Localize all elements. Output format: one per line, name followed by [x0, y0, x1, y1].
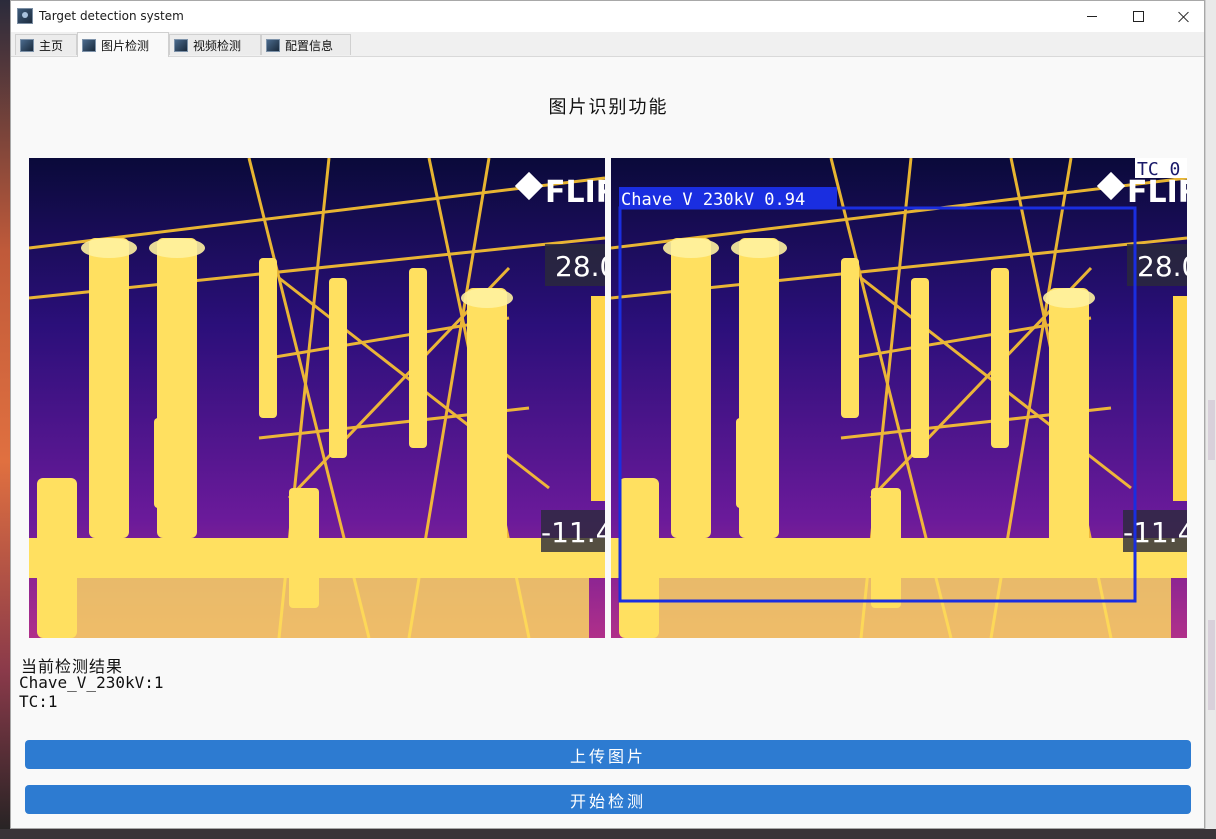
upload-image-button[interactable]: 上传图片	[25, 740, 1191, 769]
result-line: Chave_V_230kV:1	[19, 673, 164, 692]
detection-label-tc: TC 0	[1137, 159, 1180, 180]
minimize-button[interactable]	[1069, 1, 1115, 32]
tab-config-info[interactable]: 配置信息	[261, 34, 351, 55]
tab-image-detection[interactable]: 图片检测	[77, 32, 169, 57]
desktop-taskbar-edge	[0, 829, 1216, 839]
close-icon	[1178, 11, 1190, 23]
temp-high-label: 28.0	[1137, 250, 1187, 283]
tab-label: 图片检测	[101, 38, 150, 53]
tab-image-icon	[82, 38, 96, 52]
tab-label: 视频检测	[193, 38, 242, 53]
desktop-background-left	[0, 0, 10, 839]
tab-image-icon	[20, 38, 34, 52]
flir-watermark: FLIR	[1127, 175, 1187, 210]
temp-low-label: -11.4	[541, 516, 605, 549]
detected-image: FLIR 28.0 -11.4 TC 0 Chave_V_230kV 0.94	[611, 158, 1187, 638]
temp-low-label: -11.4	[1123, 516, 1187, 549]
tab-image-icon	[174, 38, 188, 52]
result-line: TC:1	[19, 692, 58, 711]
app-window: Target detection system 主页 图片检测 视频检测 配置信…	[10, 0, 1205, 829]
app-icon	[17, 8, 33, 24]
title-bar[interactable]: Target detection system	[11, 1, 1204, 32]
tab-label: 主页	[39, 38, 64, 53]
page-title: 图片识别功能	[548, 97, 669, 118]
tab-video-detection[interactable]: 视频检测	[169, 34, 261, 55]
maximize-button[interactable]	[1115, 1, 1161, 32]
original-image: FLIR 28.0 -11.4	[29, 158, 605, 638]
start-detection-button[interactable]: 开始检测	[25, 785, 1191, 814]
tab-home[interactable]: 主页	[15, 34, 77, 55]
temp-high-label: 28.0	[555, 250, 605, 283]
tab-image-icon	[266, 38, 280, 52]
maximize-icon	[1132, 11, 1144, 22]
close-button[interactable]	[1161, 1, 1207, 32]
window-title: Target detection system	[39, 9, 184, 23]
desktop-background-right	[1205, 0, 1216, 839]
flir-watermark: FLIR	[545, 175, 605, 210]
tab-bar: 主页 图片检测 视频检测 配置信息	[11, 32, 1204, 57]
tab-label: 配置信息	[285, 38, 334, 53]
minimize-icon	[1087, 16, 1097, 17]
